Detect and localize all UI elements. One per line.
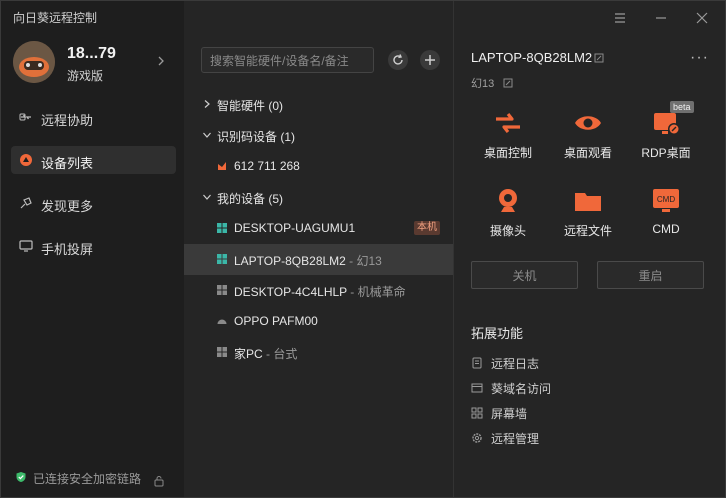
camera-button[interactable]: 摄像头 bbox=[468, 185, 548, 243]
secure-connection-status: 已连接安全加密链路 bbox=[15, 470, 141, 487]
device-name: OPPO PAFM00 bbox=[234, 314, 318, 328]
device-detail-panel: LAPTOP-8QB28LM2 幻13 ··· 桌面控制 桌面观看 beta R… bbox=[454, 1, 725, 497]
restart-button[interactable]: 重启 bbox=[597, 261, 704, 289]
shield-check-icon bbox=[16, 472, 26, 482]
ext-label: 葵域名访问 bbox=[491, 382, 552, 396]
remote-assist-icon bbox=[19, 113, 31, 121]
secure-text: 已连接安全加密链路 bbox=[33, 472, 142, 486]
phone-cast-icon bbox=[19, 240, 33, 252]
device-tree: 智能硬件 (0) 识别码设备 (1) 612 711 268 我的设备 (5) … bbox=[184, 89, 453, 368]
ext-label: 屏幕墙 bbox=[491, 407, 528, 421]
refresh-button[interactable] bbox=[388, 50, 408, 70]
id-code-icon bbox=[218, 162, 226, 170]
device-name: DESKTOP-UAGUMU1 bbox=[234, 221, 356, 235]
device-row[interactable]: DESKTOP-UAGUMU1 本机 bbox=[184, 213, 453, 244]
sidebar-item-device-list[interactable]: 设备列表 bbox=[11, 146, 176, 174]
chevron-down-icon bbox=[203, 132, 211, 138]
svg-text:CMD: CMD bbox=[657, 195, 675, 204]
sidebar-item-label: 发现更多 bbox=[41, 199, 94, 214]
user-plan: 游戏版 bbox=[67, 69, 104, 83]
desktop-control-icon bbox=[496, 113, 520, 133]
menu-icon[interactable] bbox=[613, 11, 627, 25]
windows-icon bbox=[217, 223, 227, 233]
sidebar-item-phone-cast[interactable]: 手机投屏 bbox=[11, 232, 176, 260]
windows-offline-icon bbox=[217, 285, 227, 295]
ext-label: 远程管理 bbox=[491, 432, 540, 446]
group-my-devices[interactable]: 我的设备 (5) bbox=[184, 182, 453, 213]
device-row-selected[interactable]: LAPTOP-8QB28LM2 - 幻13 bbox=[184, 244, 453, 275]
feature-label: 桌面控制 bbox=[483, 146, 532, 160]
close-icon[interactable] bbox=[695, 11, 709, 25]
cmd-icon: CMD bbox=[653, 189, 679, 212]
group-smart-hardware[interactable]: 智能硬件 (0) bbox=[184, 89, 453, 120]
windows-offline-icon bbox=[217, 347, 227, 357]
feature-label: RDP桌面 bbox=[641, 146, 691, 160]
refresh-icon bbox=[393, 54, 403, 65]
this-device-badge: 本机 bbox=[414, 221, 440, 235]
browser-icon bbox=[471, 383, 483, 393]
camera-icon bbox=[499, 189, 517, 212]
chevron-right-icon bbox=[204, 100, 210, 108]
group-label: 识别码设备 (1) bbox=[217, 130, 296, 144]
sidebar-nav: 远程协助 设备列表 发现更多 手机投屏 bbox=[11, 103, 176, 275]
device-row[interactable]: OPPO PAFM00 bbox=[184, 306, 453, 337]
group-label: 我的设备 (5) bbox=[217, 192, 284, 206]
device-tree-panel: 搜索智能硬件/设备名/备注 智能硬件 (0) 识别码设备 (1) 612 711… bbox=[184, 1, 454, 497]
device-name: 家PC - 台式 bbox=[234, 347, 298, 361]
device-row[interactable]: 612 711 268 bbox=[184, 151, 453, 182]
app-title: 向日葵远程控制 bbox=[13, 11, 98, 25]
device-name: DESKTOP-4C4LHLP - 机械革命 bbox=[234, 285, 406, 299]
shutdown-button[interactable]: 关机 bbox=[471, 261, 578, 289]
discover-icon bbox=[20, 197, 32, 209]
edit-icon[interactable] bbox=[594, 53, 604, 63]
sidebar-item-label: 设备列表 bbox=[41, 156, 94, 171]
sidebar-item-label: 手机投屏 bbox=[41, 242, 94, 257]
app-window: 向日葵远程控制 18...79 游戏版 远程协助 设备列表 发现更多 手机投屏 … bbox=[0, 0, 726, 498]
gear-icon bbox=[472, 433, 482, 443]
sidebar-item-discover[interactable]: 发现更多 bbox=[11, 189, 176, 217]
avatar bbox=[13, 41, 55, 83]
device-remark: 幻13 bbox=[471, 78, 495, 90]
search-input[interactable]: 搜索智能硬件/设备名/备注 bbox=[201, 47, 374, 73]
extensions-title: 拓展功能 bbox=[471, 326, 524, 341]
eye-icon bbox=[575, 116, 601, 130]
group-id-devices[interactable]: 识别码设备 (1) bbox=[184, 120, 453, 151]
add-device-button[interactable] bbox=[420, 50, 440, 70]
remote-file-button[interactable]: 远程文件 bbox=[548, 185, 628, 243]
chevron-down-icon bbox=[203, 194, 211, 200]
device-title: LAPTOP-8QB28LM2 bbox=[471, 50, 593, 65]
feature-label: 远程文件 bbox=[563, 224, 612, 238]
device-name: 612 711 268 bbox=[234, 159, 300, 173]
chevron-right-icon bbox=[158, 56, 164, 66]
more-options-button[interactable]: ··· bbox=[690, 49, 709, 67]
profile-card[interactable]: 18...79 游戏版 bbox=[13, 37, 173, 93]
windows-icon bbox=[217, 254, 227, 264]
desktop-control-button[interactable]: 桌面控制 bbox=[468, 107, 548, 165]
folder-icon bbox=[575, 193, 601, 211]
feature-label: CMD bbox=[652, 222, 680, 236]
rdp-desktop-button[interactable]: beta RDP桌面 bbox=[626, 101, 706, 165]
feature-label: 桌面观看 bbox=[563, 146, 612, 160]
device-name: LAPTOP-8QB28LM2 - 幻13 bbox=[234, 254, 382, 268]
log-icon bbox=[472, 357, 482, 369]
sidebar: 向日葵远程控制 18...79 游戏版 远程协助 设备列表 发现更多 手机投屏 … bbox=[1, 1, 184, 497]
minimize-icon[interactable] bbox=[654, 11, 668, 25]
ext-label: 远程日志 bbox=[491, 357, 540, 371]
device-row[interactable]: DESKTOP-4C4LHLP - 机械革命 bbox=[184, 275, 453, 306]
feature-label: 摄像头 bbox=[489, 224, 526, 238]
android-icon bbox=[217, 319, 227, 324]
beta-badge: beta bbox=[670, 101, 694, 113]
desktop-view-button[interactable]: 桌面观看 bbox=[548, 107, 628, 165]
edit-icon[interactable] bbox=[503, 78, 513, 88]
group-label: 智能硬件 (0) bbox=[217, 99, 284, 113]
plus-icon bbox=[425, 55, 435, 65]
sidebar-item-remote-assist[interactable]: 远程协助 bbox=[11, 103, 176, 131]
sidebar-item-label: 远程协助 bbox=[41, 113, 94, 128]
lock-icon[interactable] bbox=[153, 475, 165, 487]
user-name: 18...79 bbox=[67, 45, 116, 62]
device-row[interactable]: 家PC - 台式 bbox=[184, 337, 453, 368]
cmd-button[interactable]: CMD CMD bbox=[626, 185, 706, 243]
device-list-icon bbox=[20, 154, 32, 166]
screen-wall-icon bbox=[471, 407, 483, 419]
